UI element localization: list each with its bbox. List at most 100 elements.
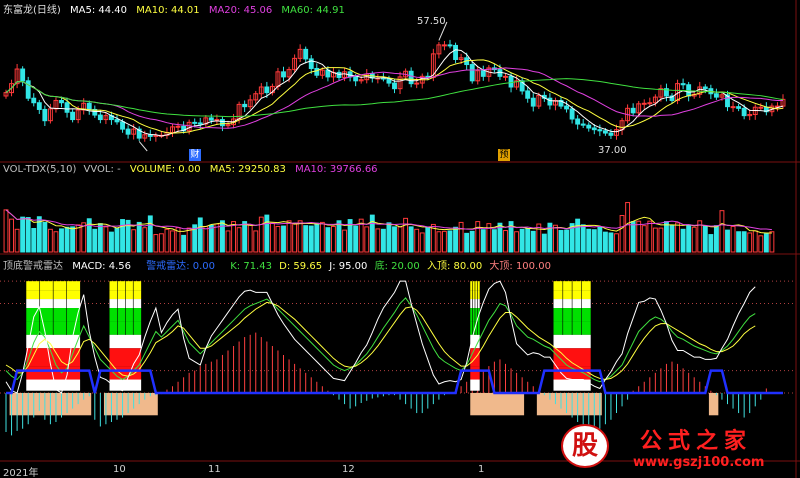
candle bbox=[713, 93, 719, 98]
stock-title: 东富龙(日线) bbox=[3, 5, 61, 16]
candle bbox=[647, 102, 653, 105]
volume-legend: VOL-TDX(5,10) VVOL: - VOLUME: 0.00 MA5: … bbox=[3, 164, 378, 175]
volume-bar bbox=[153, 234, 159, 253]
candle bbox=[208, 117, 214, 121]
volume-bar bbox=[702, 225, 708, 253]
volume-bar bbox=[14, 228, 20, 253]
ma20-value: 45.06 bbox=[243, 5, 273, 16]
candle bbox=[281, 71, 286, 78]
volume-bar bbox=[258, 216, 264, 253]
volume-name: VOLUME bbox=[129, 164, 172, 175]
x-tick-label: 11 bbox=[208, 464, 221, 475]
volume-bar bbox=[269, 222, 275, 253]
candle bbox=[530, 97, 536, 107]
volume-bar bbox=[397, 226, 403, 253]
volume-bar bbox=[730, 225, 736, 253]
candle bbox=[741, 107, 747, 117]
volume-bar bbox=[647, 220, 653, 253]
volume-bar bbox=[558, 230, 564, 253]
volume-bar bbox=[314, 222, 320, 253]
volume-bar bbox=[403, 217, 409, 253]
candle bbox=[408, 70, 414, 85]
volume-bar bbox=[236, 227, 242, 253]
volume-bar bbox=[336, 220, 342, 253]
volume-bar bbox=[436, 231, 442, 253]
radar-name: 警戒雷达 bbox=[146, 261, 187, 272]
price-legend: 东富龙(日线) MA5: 44.40 MA10: 44.01 MA20: 45.… bbox=[3, 5, 345, 16]
candle bbox=[442, 44, 447, 47]
volume-bar bbox=[747, 232, 753, 253]
bottom-block bbox=[470, 392, 525, 416]
candle bbox=[630, 107, 636, 114]
candle bbox=[97, 114, 103, 121]
d-value: 59.65 bbox=[293, 261, 323, 272]
ma60-name: MA60 bbox=[281, 5, 310, 16]
vol-ma10-value: 39766.66 bbox=[329, 164, 378, 175]
volume-bar bbox=[664, 221, 669, 253]
candle bbox=[702, 86, 708, 90]
volume-bar bbox=[319, 221, 325, 253]
low-price-label: 37.00 bbox=[598, 145, 627, 156]
candle bbox=[580, 123, 586, 126]
candle bbox=[308, 58, 314, 69]
macd-value: 4.56 bbox=[108, 261, 131, 272]
radar-segment bbox=[26, 379, 81, 391]
candle bbox=[70, 111, 76, 121]
volume-bar bbox=[9, 218, 14, 253]
volume-bar bbox=[3, 209, 9, 253]
volume-bar bbox=[342, 229, 347, 253]
candle bbox=[125, 128, 131, 135]
volume-bar bbox=[103, 226, 109, 253]
radar-segment bbox=[109, 334, 142, 349]
volume-bar bbox=[736, 231, 742, 253]
volume-bar bbox=[480, 229, 486, 253]
top-entry-value: 80.00 bbox=[453, 261, 483, 272]
volume-bar bbox=[325, 227, 331, 253]
volume-bar bbox=[64, 226, 70, 253]
volume-bar bbox=[530, 230, 536, 253]
candle bbox=[414, 82, 420, 85]
ma20-name: MA20 bbox=[208, 5, 238, 16]
candle bbox=[497, 69, 503, 77]
bottom-block bbox=[103, 392, 158, 416]
volume-bar bbox=[575, 218, 581, 253]
volume-bar bbox=[636, 220, 642, 253]
volume-bar bbox=[242, 221, 248, 253]
watermark-brand: 公式之家 bbox=[640, 429, 753, 454]
finance-badge: 财 bbox=[189, 149, 201, 161]
volume-bar bbox=[625, 202, 631, 253]
volume-bar bbox=[669, 224, 675, 253]
volume-bar bbox=[442, 230, 447, 253]
volume-bar bbox=[170, 230, 175, 253]
radar-title: 顶底警戒雷达 bbox=[3, 261, 63, 272]
vol-ma5-name: MA5 bbox=[209, 164, 232, 175]
candle bbox=[564, 105, 569, 110]
volume-bar bbox=[525, 228, 531, 253]
candle bbox=[59, 99, 64, 104]
volume-bar bbox=[392, 226, 397, 253]
chart-stage: 东富龙(日线) MA5: 44.40 MA10: 44.01 MA20: 45.… bbox=[0, 0, 800, 478]
candle bbox=[64, 102, 70, 113]
volume-bar bbox=[686, 224, 692, 253]
volume-bar bbox=[164, 228, 170, 253]
candle bbox=[730, 106, 736, 109]
radar-segment bbox=[470, 379, 480, 391]
volume-bar bbox=[536, 223, 542, 253]
volume-bar bbox=[602, 231, 608, 253]
forecast-badge: 预 bbox=[498, 149, 510, 161]
volume-bar bbox=[281, 225, 286, 253]
volume-bar bbox=[769, 231, 775, 253]
volume-bar bbox=[369, 214, 375, 253]
candle bbox=[575, 118, 581, 125]
volume-bar bbox=[81, 222, 87, 253]
bottom-value: 20.00 bbox=[391, 261, 420, 272]
radar-legend: 顶底警戒雷达 MACD: 4.56 警戒雷达: 0.00 K: 71.43 D:… bbox=[3, 261, 551, 272]
watermark-logo: 股 bbox=[561, 424, 609, 468]
volume-bar bbox=[447, 230, 453, 253]
candle bbox=[86, 102, 92, 110]
high-price-label: 57.50 bbox=[417, 16, 446, 27]
vol-title: VOL-TDX(5,10) bbox=[3, 164, 77, 175]
volume-bar bbox=[425, 227, 431, 253]
volume-bar bbox=[225, 230, 231, 253]
x-tick-label: 1 bbox=[478, 464, 485, 475]
